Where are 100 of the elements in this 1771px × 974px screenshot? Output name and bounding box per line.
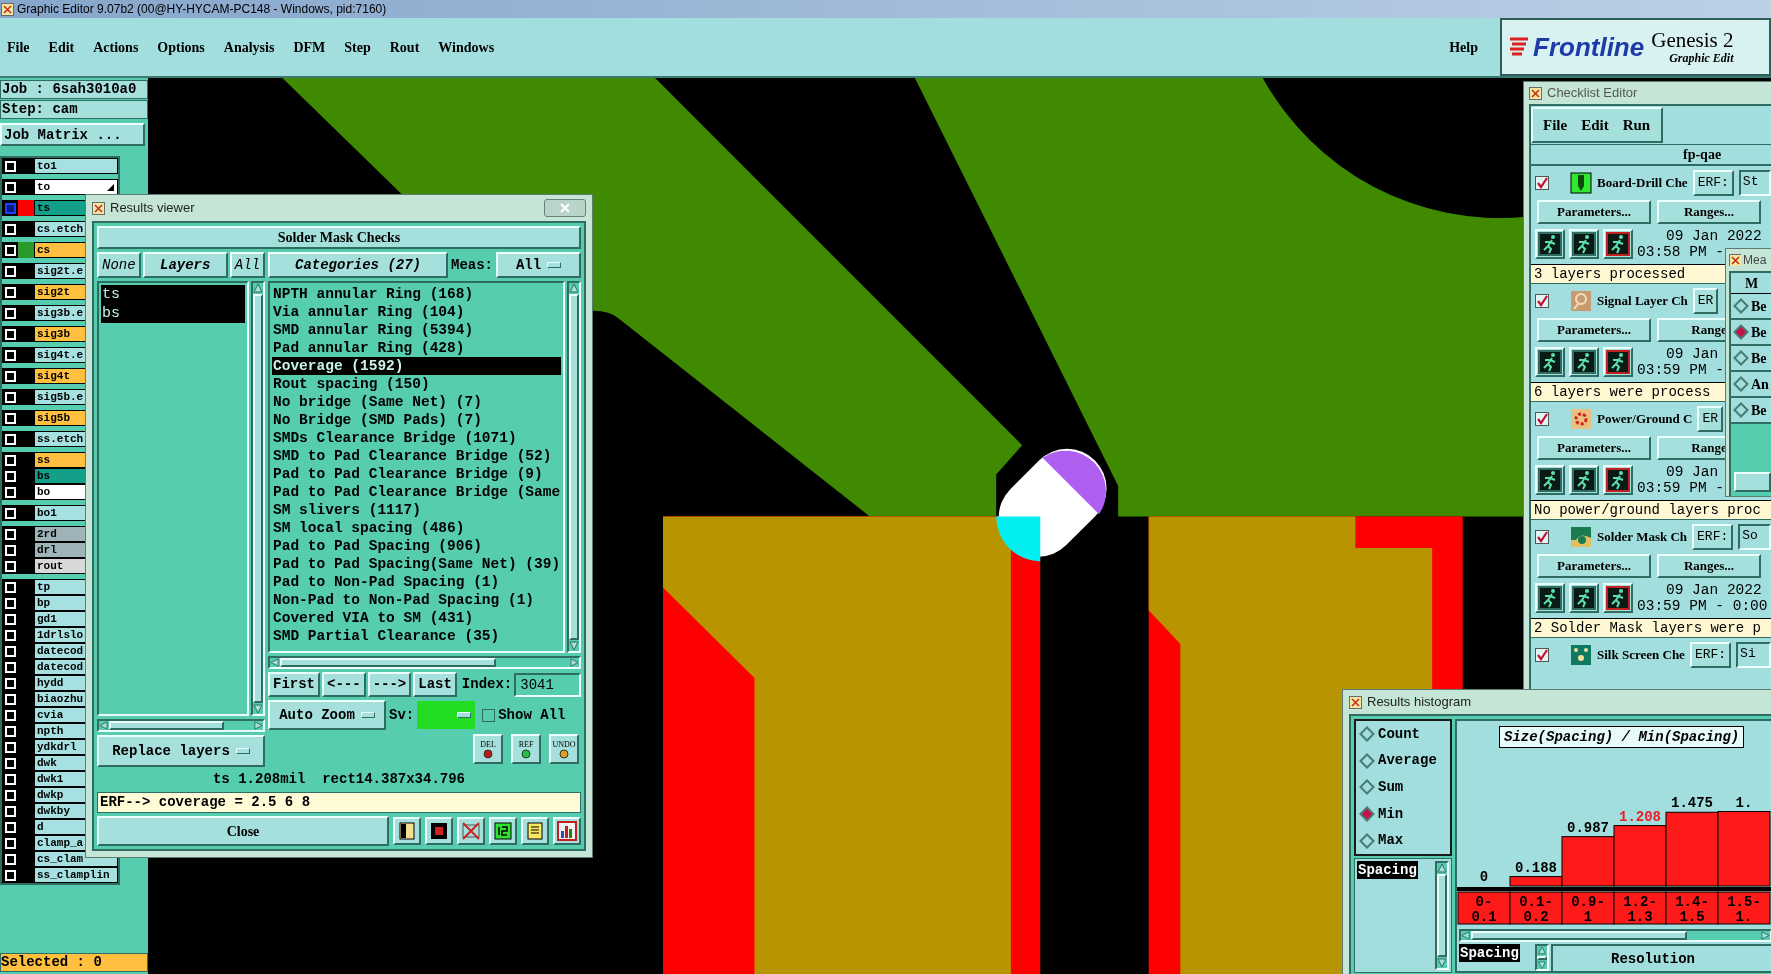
scroll-left-icon[interactable] — [99, 721, 108, 730]
checkbox[interactable] — [1535, 530, 1549, 544]
menu-item[interactable]: DFM — [293, 36, 326, 58]
list-item[interactable]: Spacing — [1357, 861, 1418, 879]
menu-item[interactable]: File — [1543, 113, 1568, 137]
menu-item[interactable]: Edit — [1581, 113, 1609, 137]
radio-button[interactable] — [1359, 806, 1375, 823]
parameters-button[interactable]: Parameters... — [1537, 554, 1651, 578]
help-menu[interactable]: Help — [1449, 36, 1478, 58]
list-item[interactable]: No bridge (Same Net) (7) — [272, 393, 561, 411]
list-item[interactable]: SM local spacing (486) — [272, 519, 561, 537]
list-item[interactable]: ts — [101, 285, 245, 304]
list-item[interactable]: Pad to Pad Spacing(Same Net) (39) — [272, 555, 561, 573]
menu-item[interactable]: Edit — [48, 36, 75, 58]
layer-name[interactable]: ss_clamplin — [34, 867, 118, 883]
filter-button[interactable]: None — [97, 252, 141, 278]
list-item[interactable]: Pad to Pad Clearance Bridge (9) — [272, 465, 561, 483]
tool-button[interactable]: REF — [511, 734, 541, 764]
scrollbar[interactable] — [1435, 861, 1449, 970]
menu-item[interactable]: Step — [344, 36, 371, 58]
scrollbar[interactable] — [97, 719, 265, 732]
erf-button[interactable]: ER — [1697, 406, 1724, 432]
close-button[interactable] — [544, 199, 586, 217]
erf-field[interactable]: So — [1738, 524, 1771, 550]
nav-button[interactable]: Last — [413, 672, 457, 697]
list-item[interactable]: bs — [101, 304, 245, 323]
list-item[interactable]: SMD Partial Clearance (35) — [272, 627, 561, 645]
close-button[interactable]: Close — [97, 816, 389, 846]
list-item[interactable]: Pad to Non-Pad Spacing (1) — [272, 573, 561, 591]
scroll-thumb[interactable] — [1537, 955, 1547, 960]
run-button[interactable] — [1535, 465, 1565, 495]
color-dropdown[interactable] — [417, 701, 476, 729]
layer-name[interactable]: to1 — [34, 158, 118, 174]
radio-button[interactable] — [1359, 752, 1375, 769]
layer-name[interactable]: to — [34, 179, 118, 195]
list-item[interactable]: Pad to Pad Clearance Bridge (Same — [272, 483, 561, 501]
scrollbar[interactable] — [567, 281, 581, 653]
run-button[interactable] — [1569, 347, 1599, 377]
auto-zoom-dropdown[interactable]: Auto Zoom — [268, 700, 386, 730]
erf-button[interactable]: ERF: — [1689, 642, 1732, 668]
checkbox[interactable] — [1535, 176, 1549, 190]
list-item[interactable]: Non-Pad to Non-Pad Spacing (1) — [272, 591, 561, 609]
erf-field[interactable]: St — [1738, 170, 1771, 196]
checkbox[interactable] — [1535, 294, 1549, 308]
list-item[interactable]: NPTH annular Ring (168) — [272, 285, 561, 303]
run-button[interactable] — [1603, 347, 1633, 377]
list-item[interactable]: Pad annular Ring (428) — [272, 339, 561, 357]
list-item[interactable]: Covered VIA to SM (431) — [272, 609, 561, 627]
run-button[interactable] — [1569, 229, 1599, 259]
checkbox[interactable] — [1535, 648, 1549, 662]
list-item[interactable]: Coverage (1592) — [272, 357, 561, 375]
filter-button[interactable]: Layers — [142, 252, 228, 278]
radio-button[interactable] — [1733, 350, 1749, 366]
list-item[interactable]: SMD to Pad Clearance Bridge (52) — [272, 447, 561, 465]
menu-item[interactable]: Run — [1622, 113, 1651, 137]
run-button[interactable] — [1603, 583, 1633, 613]
replace-layers-dropdown[interactable]: Replace layers — [97, 735, 265, 767]
menu-item[interactable]: File — [7, 36, 30, 58]
scrollbar[interactable] — [1535, 944, 1549, 971]
menu-item[interactable]: Analysis — [223, 36, 275, 58]
toolbar-button[interactable] — [425, 817, 453, 845]
scroll-right-icon[interactable] — [254, 721, 263, 730]
ranges-button[interactable]: Ranges... — [1657, 554, 1761, 578]
radio-button[interactable] — [1733, 376, 1749, 392]
scroll-left-icon[interactable] — [270, 658, 279, 667]
parameters-button[interactable]: Parameters... — [1537, 200, 1651, 224]
categories-button[interactable]: Categories (27) — [268, 252, 448, 278]
list-item[interactable]: Pad to Pad Spacing (906) — [272, 537, 561, 555]
run-button[interactable] — [1535, 347, 1565, 377]
tool-button[interactable]: DEL — [473, 734, 503, 764]
nav-button[interactable]: First — [268, 672, 320, 697]
meas-dropdown[interactable]: All — [496, 252, 581, 278]
toolbar-button[interactable] — [393, 817, 421, 845]
parameters-button[interactable]: Parameters... — [1537, 436, 1651, 460]
run-button[interactable] — [1603, 229, 1633, 259]
menu-item[interactable]: Options — [157, 36, 205, 58]
radio-button[interactable] — [1733, 324, 1749, 340]
radio-button[interactable] — [1359, 832, 1375, 849]
index-field[interactable]: 3041 — [514, 672, 581, 697]
erf-button[interactable]: ERF: — [1692, 170, 1734, 196]
scrollbar[interactable] — [268, 656, 581, 669]
run-button[interactable] — [1569, 583, 1599, 613]
parameters-button[interactable]: Parameters... — [1537, 318, 1651, 342]
run-button[interactable] — [1535, 583, 1565, 613]
scroll-left-icon[interactable] — [1461, 931, 1470, 940]
list-item[interactable]: SMD annular Ring (5394) — [272, 321, 561, 339]
nav-button[interactable]: ---> — [367, 672, 412, 697]
run-button[interactable] — [1569, 465, 1599, 495]
tool-button[interactable]: UNDO — [549, 734, 579, 764]
radio-button[interactable] — [1359, 779, 1375, 796]
list-item[interactable]: Via annular Ring (104) — [272, 303, 561, 321]
scroll-right-icon[interactable] — [1761, 931, 1770, 940]
checkbox[interactable] — [4, 202, 16, 214]
scroll-down-icon[interactable] — [1537, 960, 1547, 969]
erf-button[interactable]: ER — [1692, 288, 1719, 314]
menu-item[interactable]: Windows — [438, 36, 495, 58]
checkbox[interactable] — [482, 708, 496, 722]
ranges-button[interactable]: Ranges... — [1657, 200, 1761, 224]
menu-item[interactable]: Actions — [93, 36, 139, 58]
toolbar-button[interactable] — [553, 817, 581, 845]
